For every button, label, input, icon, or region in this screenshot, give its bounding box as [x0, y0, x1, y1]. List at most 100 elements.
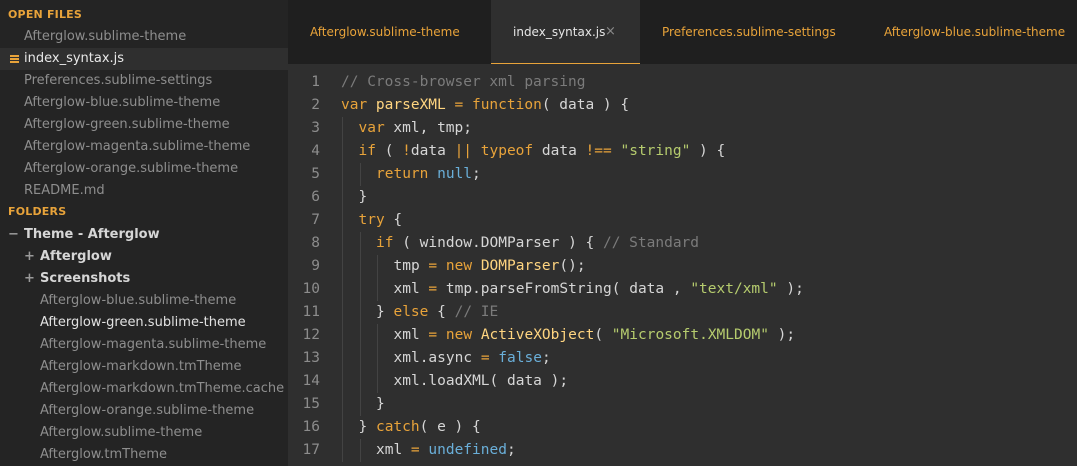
- code-text: }: [376, 393, 385, 416]
- folder-file-item[interactable]: Afterglow-orange.sublime-theme: [0, 400, 288, 422]
- open-file-item[interactable]: Preferences.sublime-settings: [0, 70, 288, 92]
- code-line[interactable]: 7 try {: [288, 209, 1077, 232]
- code-token: if: [358, 143, 376, 159]
- tab-afterglow-blue[interactable]: Afterglow-blue.sublime-theme: [862, 0, 1077, 64]
- code-line[interactable]: 10 xml = tmp.parseFromString( data , "tex…: [288, 278, 1077, 301]
- open-file-item[interactable]: Afterglow-orange.sublime-theme: [0, 158, 288, 180]
- code-line[interactable]: 5 return null;: [288, 163, 1077, 186]
- line-number: 15: [302, 396, 320, 412]
- line-number: 5: [311, 166, 320, 182]
- tab-index-syntax[interactable]: index_syntax.js ×: [491, 0, 640, 64]
- code-line[interactable]: 2 var parseXML = function( data ) {: [288, 94, 1077, 117]
- open-file-item[interactable]: Afterglow-magenta.sublime-theme: [0, 136, 288, 158]
- code-token: xml.loadXML( data );: [393, 373, 569, 389]
- code-token: parseXML: [375, 97, 446, 113]
- folder-afterglow[interactable]: + Afterglow: [0, 246, 288, 268]
- code-line[interactable]: 13 xml.async = false;: [288, 347, 1077, 370]
- code-line[interactable]: 4 if ( !data || typeof data !== "string" …: [288, 140, 1077, 163]
- tab-preferences[interactable]: Preferences.sublime-settings: [640, 0, 862, 64]
- code-token: (: [594, 327, 612, 343]
- code-token: ( data ) {: [541, 97, 630, 113]
- indent-guide: [342, 324, 343, 347]
- folder-file-item[interactable]: Afterglow-green.sublime-theme: [0, 312, 288, 334]
- open-file-label: Preferences.sublime-settings: [24, 73, 213, 88]
- code-token: ();: [559, 258, 586, 274]
- code-token: }: [358, 189, 368, 205]
- tab-afterglow-theme[interactable]: Afterglow.sublime-theme: [288, 0, 491, 64]
- code-line[interactable]: 14 xml.loadXML( data );: [288, 370, 1077, 393]
- code-text: xml = tmp.parseFromString( data , "text/…: [394, 278, 804, 301]
- code-line[interactable]: 3 var xml, tmp;: [288, 117, 1077, 140]
- code-token: undefined: [428, 442, 507, 458]
- indent-guide: [342, 416, 343, 439]
- code-token: (: [375, 143, 403, 159]
- open-file-item[interactable]: Afterglow.sublime-theme: [0, 26, 288, 48]
- code-line[interactable]: 15}: [288, 393, 1077, 416]
- code-line[interactable]: 16} catch( e ) {: [288, 416, 1077, 439]
- code-line[interactable]: 1 // Cross-browser xml parsing: [288, 71, 1077, 94]
- code-line[interactable]: 8 if ( window.DOMParser ) { // Standard: [288, 232, 1077, 255]
- folder-file-item[interactable]: Afterglow-markdown.tmTheme.cache: [0, 378, 288, 400]
- indent-guide: [342, 232, 343, 255]
- code-line[interactable]: 6}: [288, 186, 1077, 209]
- code-token: =: [428, 327, 438, 343]
- open-file-item[interactable]: Afterglow-green.sublime-theme: [0, 114, 288, 136]
- code-token: // IE: [454, 304, 499, 320]
- line-number: 13: [302, 350, 320, 366]
- code-token: !: [402, 143, 411, 159]
- code-text: return null;: [376, 163, 481, 186]
- code-token: function: [471, 97, 542, 113]
- code-line[interactable]: 12 xml = new ActiveXObject( "Microsoft.XM…: [288, 324, 1077, 347]
- folder-file-item[interactable]: Afterglow-blue.sublime-theme: [0, 290, 288, 312]
- code-token: data: [410, 143, 455, 159]
- code-text: xml = undefined;: [376, 439, 516, 462]
- code-editor[interactable]: 1 // Cross-browser xml parsing 2 var parseX…: [288, 64, 1077, 466]
- code-token: xml: [376, 442, 411, 458]
- indent-guide: [342, 278, 343, 301]
- code-token: xml.async: [393, 350, 481, 366]
- code-text: var xml, tmp;: [359, 117, 473, 140]
- indent-guide: [377, 324, 378, 347]
- code-token: var: [358, 120, 394, 136]
- folder-file-item[interactable]: Afterglow-magenta.sublime-theme: [0, 334, 288, 356]
- code-token: xml, tmp;: [393, 120, 472, 136]
- expand-icon[interactable]: +: [24, 268, 35, 290]
- folder-theme-afterglow[interactable]: − Theme - Afterglow: [0, 224, 288, 246]
- open-file-item-selected[interactable]: index_syntax.js: [0, 48, 288, 70]
- open-file-item[interactable]: README.md: [0, 180, 288, 202]
- tab-label: index_syntax.js: [513, 25, 606, 39]
- code-token: "string": [620, 143, 691, 159]
- folder-file-item[interactable]: Afterglow.tmTheme: [0, 444, 288, 466]
- indent-guide: [342, 255, 343, 278]
- code-token: =: [428, 258, 438, 274]
- code-line[interactable]: 9 tmp = new DOMParser();: [288, 255, 1077, 278]
- code-text: try {: [359, 209, 403, 232]
- indent-guide: [359, 370, 361, 393]
- code-token: catch: [375, 419, 420, 435]
- code-text: if ( !data || typeof data !== "string" )…: [359, 140, 726, 163]
- code-line[interactable]: 11} else { // IE: [288, 301, 1077, 324]
- indent-guide: [359, 347, 361, 370]
- code-line[interactable]: 17 xml = undefined;: [288, 439, 1077, 462]
- open-files-heading: OPEN FILES: [8, 8, 83, 21]
- indent-guide: [342, 209, 343, 232]
- code-token: ) {: [690, 143, 726, 159]
- tab-label: Afterglow-blue.sublime-theme: [884, 25, 1066, 39]
- open-file-label: Afterglow-blue.sublime-theme: [24, 95, 221, 110]
- folder-file-item[interactable]: Afterglow-markdown.tmTheme: [0, 356, 288, 378]
- folder-file-item[interactable]: Afterglow.sublime-theme: [0, 422, 288, 444]
- folder-screenshots[interactable]: + Screenshots: [0, 268, 288, 290]
- code-token: typeof: [480, 143, 534, 159]
- indent-guide: [359, 232, 361, 255]
- code-token: DOMParser: [480, 258, 560, 274]
- close-icon[interactable]: ×: [605, 0, 616, 64]
- collapse-icon[interactable]: −: [8, 224, 19, 246]
- line-number: 17: [302, 442, 320, 458]
- code-token: tmp.parseFromString( data ,: [437, 281, 691, 297]
- expand-icon[interactable]: +: [24, 246, 35, 268]
- open-file-item[interactable]: Afterglow-blue.sublime-theme: [0, 92, 288, 114]
- line-number: 12: [302, 327, 320, 343]
